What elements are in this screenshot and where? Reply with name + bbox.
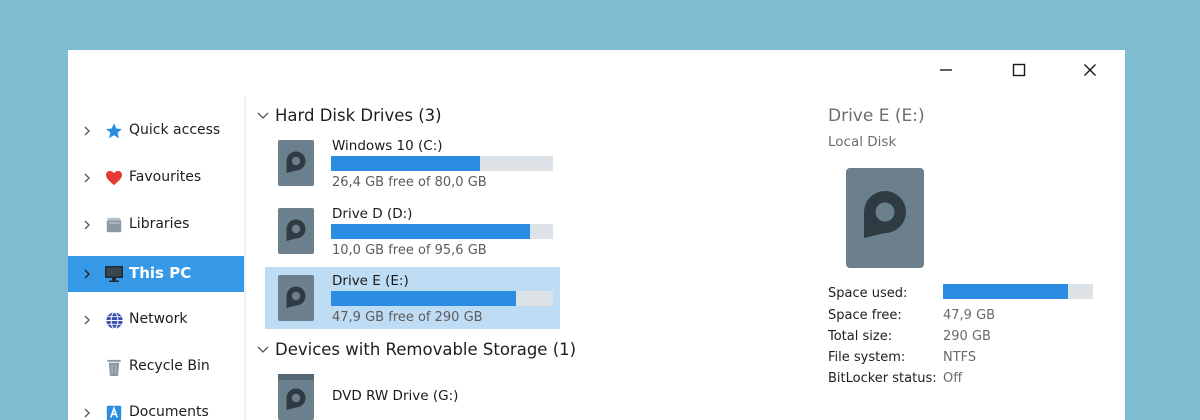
details-title: Drive E (E:): [828, 106, 925, 126]
sidebar-item-label: Favourites: [129, 169, 202, 185]
details-subtitle: Local Disk: [828, 134, 897, 150]
chevron-right-icon[interactable]: [81, 267, 93, 281]
group-header-hard-disk-drives[interactable]: Hard Disk Drives (3): [256, 106, 442, 125]
minimize-button[interactable]: [923, 58, 969, 82]
sidebar-item-label: This PC: [129, 264, 192, 282]
drive-free-space: 10,0 GB free of 95,6 GB: [332, 243, 487, 258]
sidebar-item-label: Documents: [129, 404, 209, 420]
chevron-right-icon[interactable]: [81, 406, 93, 420]
sidebar-item-documents[interactable]: Documents: [68, 395, 244, 420]
sidebar-divider: [244, 96, 246, 420]
drive-item-e[interactable]: Drive E (E:) 47,9 GB free of 290 GB: [265, 267, 560, 329]
maximize-icon: [1012, 63, 1026, 77]
property-value-total-size: 290 GB: [943, 329, 991, 344]
space-used-fill: [943, 284, 1069, 299]
hard-drive-icon: [278, 275, 314, 321]
property-value-file-system: NTFS: [943, 350, 977, 365]
property-label-space-used: Space used:: [828, 286, 908, 301]
property-label-bitlocker-status: BitLocker status:: [828, 371, 937, 386]
drive-usage-fill: [331, 224, 530, 239]
drive-item-g[interactable]: DVD RW Drive (G:): [265, 366, 560, 420]
libraries-icon: [104, 215, 124, 235]
globe-icon: [104, 310, 124, 330]
heart-icon: [104, 168, 124, 188]
property-value-bitlocker-status: Off: [943, 371, 963, 386]
drive-name: Drive D (D:): [332, 206, 413, 222]
close-icon: [1084, 64, 1096, 76]
bin-icon: [104, 357, 124, 377]
space-used-bar: [943, 284, 1093, 299]
monitor-icon: [104, 264, 124, 284]
property-label-total-size: Total size:: [828, 329, 893, 344]
sidebar-item-label: Recycle Bin: [129, 358, 210, 374]
navigation-sidebar: Quick access Favourites Libraries This P…: [68, 108, 244, 420]
property-value-space-free: 47,9 GB: [943, 308, 996, 323]
drive-free-space: 47,9 GB free of 290 GB: [332, 310, 483, 325]
chevron-right-icon[interactable]: [81, 313, 93, 327]
drive-item-d[interactable]: Drive D (D:) 10,0 GB free of 95,6 GB: [265, 200, 560, 262]
property-label-space-free: Space free:: [828, 308, 902, 323]
drive-usage-fill: [331, 156, 480, 171]
group-header-removable-storage[interactable]: Devices with Removable Storage (1): [256, 340, 576, 359]
dvd-drive-icon: [278, 374, 314, 420]
maximize-button[interactable]: [996, 58, 1042, 82]
details-pane: Drive E (E:) Local Disk Space used: Spac…: [828, 102, 1125, 420]
sidebar-item-quick-access[interactable]: Quick access: [68, 113, 244, 149]
chevron-right-icon[interactable]: [81, 218, 93, 232]
file-explorer-window: Quick access Favourites Libraries This P…: [68, 50, 1125, 420]
star-icon: [104, 121, 124, 141]
drive-usage-fill: [331, 291, 517, 306]
hard-drive-icon: [278, 140, 314, 186]
sidebar-item-network[interactable]: Network: [68, 302, 244, 338]
chevron-right-icon[interactable]: [81, 171, 93, 185]
drive-name: DVD RW Drive (G:): [332, 388, 459, 404]
sidebar-item-label: Quick access: [129, 122, 221, 138]
drive-free-space: 26,4 GB free of 80,0 GB: [332, 175, 487, 190]
drive-item-c[interactable]: Windows 10 (C:) 26,4 GB free of 80,0 GB: [265, 132, 560, 194]
sidebar-item-favourites[interactable]: Favourites: [68, 160, 244, 196]
sidebar-item-recycle-bin[interactable]: Recycle Bin: [68, 349, 244, 385]
sidebar-item-label: Network: [129, 311, 188, 327]
chevron-down-icon[interactable]: [256, 344, 270, 356]
drive-usage-bar: [331, 291, 553, 306]
chevron-down-icon[interactable]: [256, 110, 270, 122]
sidebar-item-libraries[interactable]: Libraries: [68, 207, 244, 243]
sidebar-item-label: Libraries: [129, 216, 190, 232]
group-label: Devices with Removable Storage (1): [275, 340, 577, 359]
documents-icon: [104, 403, 124, 420]
drive-usage-bar: [331, 156, 553, 171]
close-button[interactable]: [1067, 58, 1113, 82]
hard-drive-icon: [278, 208, 314, 254]
sidebar-item-this-pc[interactable]: This PC: [68, 256, 244, 292]
drive-name: Drive E (E:): [332, 273, 409, 289]
group-label: Hard Disk Drives (3): [275, 106, 442, 125]
hard-drive-large-icon: [846, 168, 924, 268]
chevron-right-icon[interactable]: [81, 124, 93, 138]
drive-name: Windows 10 (C:): [332, 138, 443, 154]
property-label-file-system: File system:: [828, 350, 906, 365]
minimize-icon: [940, 69, 952, 71]
drive-usage-bar: [331, 224, 553, 239]
